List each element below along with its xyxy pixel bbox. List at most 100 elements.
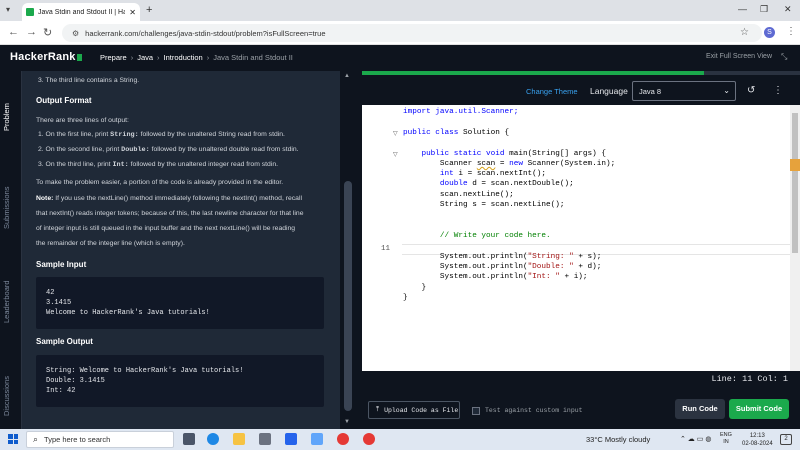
fold-chevron-icon[interactable]: ▽ xyxy=(393,130,398,137)
editor-toolbar: Change Theme Language Java 8 ⌄ ↺ ⋮ xyxy=(362,75,800,105)
browser-tabstrip: ▾ Java Stdin and Stdout II | Hacke ✕ + —… xyxy=(0,0,800,21)
taskbar: ⌕ Type here to search 33°C Mostly cloudy… xyxy=(0,429,800,450)
site-header: HackerRank Prepare › Java › Introduction › Jav… xyxy=(0,45,800,71)
editor-actions: ⤒ Upload Code as File Test against custo… xyxy=(362,389,800,429)
sample-output-line: String: Welcome to HackerRank's Java tut… xyxy=(46,367,244,375)
sample-input-heading: Sample Input xyxy=(36,260,87,269)
custom-input-checkbox[interactable] xyxy=(472,407,480,415)
taskbar-search-input[interactable]: ⌕ Type here to search xyxy=(26,431,174,448)
mail-icon[interactable] xyxy=(285,433,297,445)
breadcrumb-current: Java Stdin and Stdout II xyxy=(213,53,293,62)
scroll-up-icon[interactable]: ▲ xyxy=(344,73,350,79)
new-tab-icon[interactable]: + xyxy=(146,4,152,16)
tab-leaderboard[interactable]: Leaderboard xyxy=(2,277,20,327)
sample-output-line: Double: 3.1415 xyxy=(46,377,105,385)
browser-tab[interactable]: Java Stdin and Stdout II | Hacke ✕ xyxy=(22,3,140,21)
run-code-button[interactable]: Run Code xyxy=(675,399,725,419)
line-number: 11 xyxy=(380,245,390,253)
submit-code-button[interactable]: Submit Code xyxy=(729,399,789,419)
editor-status-bar: Line: 11 Col: 1 xyxy=(362,371,800,387)
side-tabs: Problem Submissions Leaderboard Discussi… xyxy=(0,71,22,429)
taskbar-search-placeholder: Type here to search xyxy=(44,435,111,444)
editor-scroll-thumb[interactable] xyxy=(792,113,798,253)
code-line: // Write your code here. xyxy=(403,232,551,240)
reload-icon[interactable]: ↻ xyxy=(43,26,52,39)
note-line-3: of integer input is still queued in the … xyxy=(36,225,296,232)
code-line: public static void main(String[] args) { xyxy=(403,150,606,158)
language-value: Java 8 xyxy=(639,87,662,96)
tab-menu-icon[interactable]: ▾ xyxy=(6,5,16,15)
hackerrank-logo[interactable]: HackerRank xyxy=(10,51,82,63)
code-line: scan.nextLine(); xyxy=(403,191,514,199)
code-line: double d = scan.nextDouble(); xyxy=(403,180,574,188)
forward-icon[interactable]: → xyxy=(26,26,37,38)
history-icon[interactable]: ↺ xyxy=(747,85,755,96)
output-item-2: 2. On the second line, print Double: fol… xyxy=(38,146,299,154)
input-language[interactable]: ENG IN xyxy=(720,432,732,446)
minimize-icon[interactable]: — xyxy=(738,4,747,14)
breadcrumb-prepare[interactable]: Prepare xyxy=(100,53,127,62)
breadcrumb-introduction[interactable]: Introduction xyxy=(164,53,203,62)
edge-browser-icon[interactable] xyxy=(207,433,219,445)
custom-input-label[interactable]: Test against custom input xyxy=(485,407,583,414)
task-view-icon[interactable] xyxy=(183,433,195,445)
sample-input-box: 42 3.1415 Welcome to HackerRank's Java t… xyxy=(36,277,324,329)
exit-fullscreen-icon[interactable]: ⤡ xyxy=(781,52,787,62)
code-editor[interactable]: 11 ▽ ▽ import java.util.Scanner; public … xyxy=(362,105,790,371)
system-tray-icons[interactable]: ⌃ ☁ ▭ ◍ xyxy=(680,435,711,443)
sample-input-line: 42 xyxy=(46,289,55,297)
problem-scroll-thumb[interactable] xyxy=(344,181,352,411)
chevron-right-icon: › xyxy=(130,53,134,62)
language-select[interactable]: Java 8 ⌄ xyxy=(632,81,736,101)
cursor-position: Line: 11 Col: 1 xyxy=(711,374,788,384)
editor-scrollbar[interactable] xyxy=(790,105,800,371)
store-icon[interactable] xyxy=(259,433,271,445)
notification-icon[interactable]: 2 xyxy=(780,434,792,445)
upload-code-button[interactable]: ⤒ Upload Code as File xyxy=(368,401,460,419)
url-input[interactable]: ⚙ hackerrank.com/challenges/java-stdin-s… xyxy=(62,24,762,42)
bookmark-star-icon[interactable]: ☆ xyxy=(740,27,749,38)
chrome-icon[interactable] xyxy=(337,433,349,445)
input-format-item: 3. The third line contains a String. xyxy=(38,77,140,84)
restore-icon[interactable]: ❐ xyxy=(760,4,768,15)
exit-fullscreen-link[interactable]: Exit Full Screen View xyxy=(706,53,772,60)
close-tab-icon[interactable]: ✕ xyxy=(129,8,136,17)
chevron-down-icon: ⌄ xyxy=(723,86,730,95)
breadcrumb-java[interactable]: Java xyxy=(137,53,153,62)
breadcrumb: Prepare › Java › Introduction › Java Stdin and… xyxy=(100,53,293,62)
profile-avatar[interactable]: S xyxy=(764,27,775,38)
code-line: System.out.println("Double: " + d); xyxy=(403,263,602,271)
tab-submissions[interactable]: Submissions xyxy=(2,183,20,233)
tab-discussions[interactable]: Discussions xyxy=(2,371,20,421)
weather-widget[interactable]: 33°C Mostly cloudy xyxy=(586,435,650,444)
tab-problem[interactable]: Problem xyxy=(2,97,20,137)
file-explorer-icon[interactable] xyxy=(233,433,245,445)
code-line: } xyxy=(403,284,427,292)
windows-start-icon[interactable] xyxy=(8,434,18,444)
code-line: int i = scan.nextInt(); xyxy=(403,170,547,178)
editor-gutter xyxy=(362,105,402,371)
output-item-3: 3. On the third line, print Int: followe… xyxy=(38,161,279,169)
chrome-icon[interactable] xyxy=(363,433,375,445)
output-format-heading: Output Format xyxy=(36,96,92,105)
back-icon[interactable]: ← xyxy=(8,26,19,38)
browser-menu-icon[interactable]: ⋮ xyxy=(786,26,796,37)
change-theme-button[interactable]: Change Theme xyxy=(526,87,578,96)
problem-scrollbar[interactable]: ▲ ▼ xyxy=(340,71,356,429)
fold-chevron-icon[interactable]: ▽ xyxy=(393,151,398,158)
sample-output-box: String: Welcome to HackerRank's Java tut… xyxy=(36,355,324,407)
code-line: } xyxy=(403,294,408,302)
editor-panel: Change Theme Language Java 8 ⌄ ↺ ⋮ 11 ▽ … xyxy=(362,71,800,429)
site-info-icon[interactable]: ⚙ xyxy=(72,29,79,38)
app-icon[interactable] xyxy=(311,433,323,445)
language-label: Language xyxy=(590,86,628,96)
code-line: import java.util.Scanner; xyxy=(403,108,519,116)
close-window-icon[interactable]: ✕ xyxy=(784,4,792,15)
more-options-icon[interactable]: ⋮ xyxy=(773,85,783,96)
taskbar-clock[interactable]: 12:13 02-08-2024 xyxy=(742,432,773,448)
scroll-down-icon[interactable]: ▼ xyxy=(344,419,350,425)
code-line: public class Solution { xyxy=(403,129,510,137)
tab-title: Java Stdin and Stdout II | Hacke xyxy=(38,8,126,16)
problem-description: 3. The third line contains a String. Out… xyxy=(22,71,340,429)
note-line-1: Note: If you use the nextLine() method i… xyxy=(36,195,302,202)
